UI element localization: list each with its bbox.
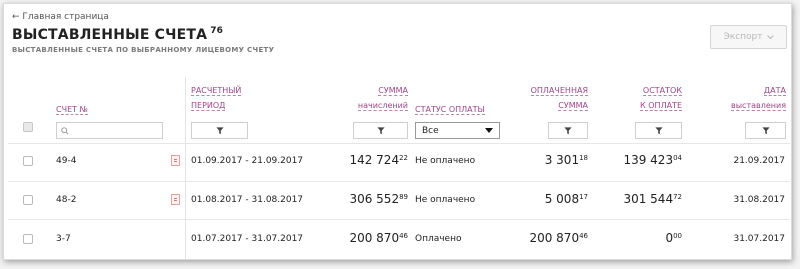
row-checkbox[interactable] (23, 156, 33, 166)
period-filter-button[interactable] (191, 122, 248, 139)
export-label: Экспорт (723, 32, 763, 42)
chevron-down-icon (766, 34, 774, 39)
page-title: ВЫСТАВЛЕННЫЕ СЧЕТА 76 (12, 26, 224, 43)
row-account[interactable]: 48-2 (56, 195, 76, 205)
row-status: Не оплачено (415, 156, 476, 166)
col-header-account[interactable]: СЧЕТ № (56, 102, 88, 117)
row-rest: 000 (665, 231, 682, 245)
row-rest: 301 54472 (623, 192, 682, 206)
row-account[interactable]: 3-7 (56, 234, 71, 244)
row-period: 01.09.2017 - 21.09.2017 (191, 156, 304, 166)
paid-filter-button[interactable] (548, 122, 588, 139)
row-checkbox[interactable] (23, 195, 33, 205)
page-subtitle: ВЫСТАВЛЕННЫЕ СЧЕТА ПО ВЫБРАННОМУ ЛИЦЕВОМ… (12, 46, 275, 54)
row-paid: 200 87046 (529, 231, 588, 245)
col-header-status[interactable]: СТАТУС ОПЛАТЫ (415, 102, 485, 117)
row-period: 01.07.2017 - 31.07.2017 (191, 234, 304, 244)
rest-filter-button[interactable] (635, 122, 682, 139)
header-divider (8, 143, 790, 144)
sum-filter-button[interactable] (353, 122, 408, 139)
filter-icon (215, 126, 224, 134)
back-link[interactable]: ← Главная страница (12, 12, 109, 22)
row-sum: 200 87046 (349, 231, 408, 245)
col-header-rest[interactable]: ОСТАТОК К ОПЛАТЕ (604, 83, 682, 113)
export-button[interactable]: Экспорт (710, 25, 787, 49)
status-select-value: Все (422, 125, 439, 136)
row-sum: 142 72422 (349, 153, 408, 167)
filter-icon (654, 126, 663, 134)
row-period: 01.08.2017 - 31.08.2017 (191, 195, 304, 205)
page-title-text: ВЫСТАВЛЕННЫЕ СЧЕТА (12, 27, 208, 43)
invoice-count: 76 (210, 26, 224, 36)
row-rest: 139 42304 (623, 153, 682, 167)
account-search-input[interactable] (56, 122, 163, 139)
row-divider (8, 219, 790, 220)
row-status: Не оплачено (415, 195, 476, 205)
pdf-icon[interactable] (171, 194, 180, 205)
filter-icon (376, 126, 385, 134)
caret-down-icon (485, 128, 493, 133)
row-date: 21.09.2017 (733, 156, 785, 166)
invoices-panel: ← Главная страница ВЫСТАВЛЕННЫЕ СЧЕТА 76 … (3, 3, 792, 260)
filter-icon (564, 126, 572, 134)
filter-icon (761, 126, 770, 134)
status-select[interactable]: Все (415, 122, 500, 139)
row-date: 31.08.2017 (733, 195, 785, 205)
row-sum: 306 55289 (349, 192, 408, 206)
row-paid: 5 00817 (544, 192, 588, 206)
row-checkbox[interactable] (23, 234, 33, 244)
date-filter-button[interactable] (745, 122, 786, 139)
col-header-period[interactable]: РАСЧЕТНЫЙ ПЕРИОД (191, 83, 242, 113)
row-divider (8, 181, 790, 182)
row-date: 31.07.2017 (733, 234, 785, 244)
col-header-paid[interactable]: ОПЛАЧЕННАЯ СУММА (504, 83, 588, 113)
column-divider (185, 77, 186, 259)
pdf-icon[interactable] (171, 155, 180, 166)
select-all-checkbox[interactable] (23, 122, 33, 132)
col-header-sum[interactable]: СУММА начислений (324, 83, 408, 113)
search-icon (61, 126, 69, 135)
row-account[interactable]: 49-4 (56, 156, 76, 166)
col-header-date[interactable]: ДАТА выставления (704, 83, 786, 113)
row-paid: 3 30118 (544, 153, 588, 167)
row-status: Оплачено (415, 234, 462, 244)
